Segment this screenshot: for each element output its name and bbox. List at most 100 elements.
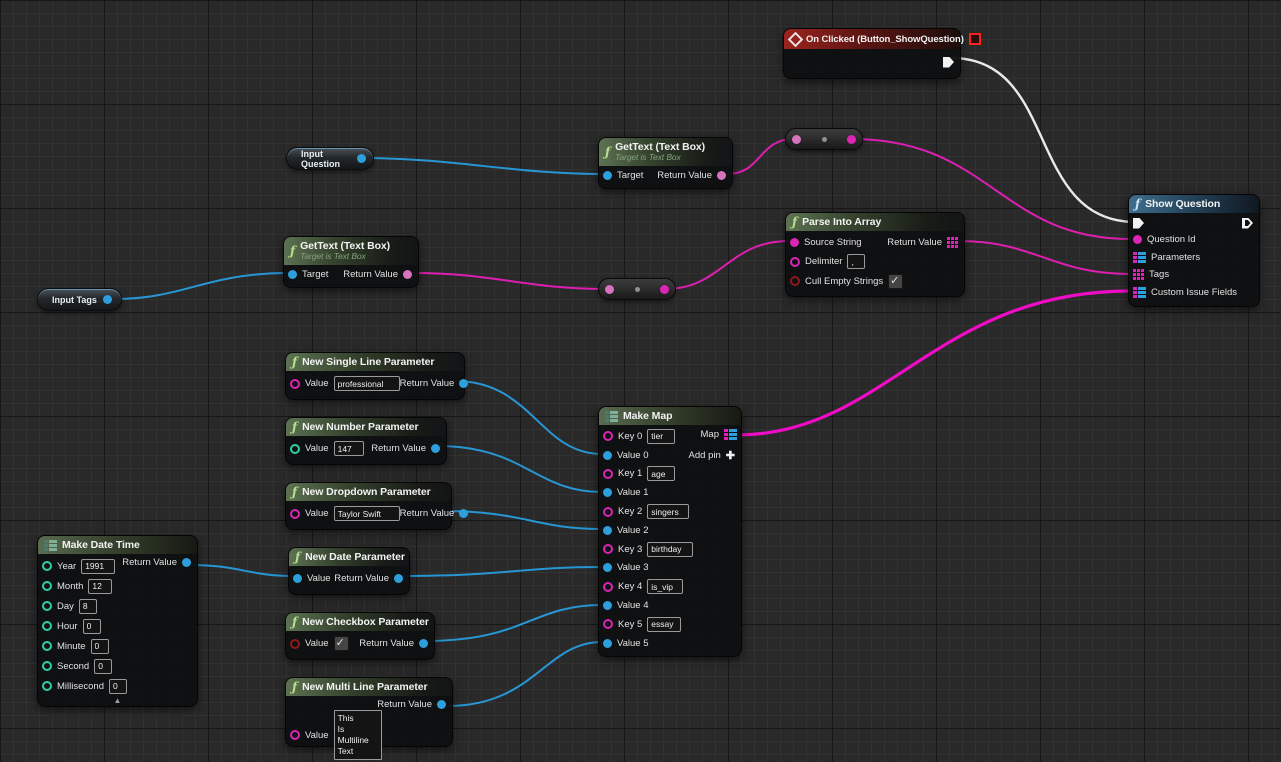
hour-pin[interactable]: [42, 621, 52, 631]
node-header[interactable]: ƒ New Number Parameter: [286, 418, 446, 436]
value-pin[interactable]: [290, 639, 300, 649]
value-0-pin[interactable]: [603, 451, 612, 460]
node-header[interactable]: Make Date Time: [38, 536, 197, 554]
key-3-input[interactable]: [647, 542, 693, 557]
return-value-pin[interactable]: [431, 444, 440, 453]
value-3-pin[interactable]: [603, 563, 612, 572]
node-header[interactable]: ƒ GetText (Text Box) Target is Text Box: [599, 138, 732, 166]
node-new-dropdown-parameter[interactable]: ƒ New Dropdown Parameter Value Return Va…: [285, 482, 452, 530]
node-new-multi-line-parameter[interactable]: ƒ New Multi Line Parameter Value This Is…: [285, 677, 453, 747]
wire-number-value1[interactable]: [437, 446, 602, 492]
node-gettext-tags[interactable]: ƒ GetText (Text Box) Target is Text Box …: [283, 236, 419, 288]
year-input[interactable]: [81, 559, 115, 574]
key-2-input[interactable]: [647, 504, 689, 519]
reroute-node-question[interactable]: [785, 128, 863, 150]
add-pin-icon[interactable]: ✚: [726, 449, 735, 462]
value-2-pin[interactable]: [603, 526, 612, 535]
value-pin[interactable]: [290, 509, 300, 519]
value-4-pin[interactable]: [603, 601, 612, 610]
wire-inputquestion-gettext-target[interactable]: [361, 158, 604, 174]
node-header[interactable]: ƒ New Date Parameter: [289, 548, 409, 566]
value-multiline-input[interactable]: This Is Multiline Text: [334, 710, 382, 760]
delimiter-pin[interactable]: [790, 257, 800, 267]
key-1-pin[interactable]: [603, 469, 613, 479]
custom-issue-fields-map-pin-icon[interactable]: [1133, 287, 1146, 298]
month-pin[interactable]: [42, 581, 52, 591]
node-header[interactable]: ƒ New Dropdown Parameter: [286, 483, 451, 501]
delegate-pin-icon[interactable]: [969, 33, 981, 45]
return-value-pin[interactable]: [403, 270, 412, 279]
return-value-pin[interactable]: [394, 574, 403, 583]
cull-empty-strings-checkbox[interactable]: [888, 274, 903, 289]
minute-pin[interactable]: [42, 641, 52, 651]
map-output-pin-icon[interactable]: [724, 429, 737, 440]
reroute-node-tags[interactable]: [598, 278, 676, 300]
value-input[interactable]: [334, 441, 364, 456]
key-1-input[interactable]: [647, 466, 675, 481]
question-id-pin[interactable]: [1133, 235, 1142, 244]
value-5-pin[interactable]: [603, 639, 612, 648]
exec-out-pin[interactable]: [943, 57, 954, 68]
reroute-input-pin[interactable]: [605, 285, 614, 294]
return-value-pin[interactable]: [717, 171, 726, 180]
year-pin[interactable]: [42, 561, 52, 571]
node-new-single-line-parameter[interactable]: ƒ New Single Line Parameter Value Return…: [285, 352, 465, 400]
return-value-pin[interactable]: [419, 639, 428, 648]
day-pin[interactable]: [42, 601, 52, 611]
node-header[interactable]: ƒ GetText (Text Box) Target is Text Box: [284, 237, 418, 265]
minute-input[interactable]: [91, 639, 109, 654]
wire-parsereturn-tags[interactable]: [959, 241, 1130, 274]
parameters-map-pin-icon[interactable]: [1133, 252, 1146, 263]
wire-reroute2-sourcestring[interactable]: [665, 241, 789, 289]
node-header[interactable]: ƒ Parse Into Array: [786, 213, 964, 231]
reroute-output-pin[interactable]: [847, 135, 856, 144]
node-header[interactable]: ƒ New Checkbox Parameter: [286, 613, 434, 631]
node-make-date-time[interactable]: Make Date Time Year Month Day Hour Minut…: [37, 535, 198, 707]
month-input[interactable]: [88, 579, 112, 594]
exec-in-pin[interactable]: [1133, 218, 1144, 229]
node-header[interactable]: Make Map: [599, 407, 741, 425]
node-gettext-question[interactable]: ƒ GetText (Text Box) Target is Text Box …: [598, 137, 733, 189]
key-0-pin[interactable]: [603, 431, 613, 441]
wire-multiline-value5[interactable]: [447, 642, 602, 706]
wire-gettext-return-reroute1[interactable]: [727, 139, 794, 174]
key-5-pin[interactable]: [603, 619, 613, 629]
variable-input-tags[interactable]: Input Tags: [37, 288, 122, 311]
node-header[interactable]: ƒ New Multi Line Parameter: [286, 678, 452, 696]
wire-makemap-customissuefields[interactable]: [737, 291, 1130, 435]
value-input[interactable]: [334, 506, 400, 521]
return-value-pin[interactable]: [437, 700, 446, 709]
reroute-input-pin[interactable]: [792, 135, 801, 144]
variable-input-question[interactable]: Input Question: [286, 147, 374, 170]
blueprint-graph-canvas[interactable]: On Clicked (Button_ShowQuestion) ƒ GetTe…: [0, 0, 1281, 762]
node-on-clicked[interactable]: On Clicked (Button_ShowQuestion): [783, 28, 961, 79]
millisecond-input[interactable]: [109, 679, 127, 694]
target-pin[interactable]: [288, 270, 297, 279]
reroute-output-pin[interactable]: [660, 285, 669, 294]
wire-checkbox-value4[interactable]: [425, 605, 602, 641]
node-header[interactable]: ƒ New Single Line Parameter: [286, 353, 464, 371]
return-value-pin[interactable]: [459, 379, 468, 388]
value-checkbox[interactable]: [334, 636, 349, 651]
key-4-input[interactable]: [647, 579, 683, 594]
source-string-pin[interactable]: [790, 238, 799, 247]
delimiter-input[interactable]: [847, 254, 865, 269]
wire-singleline-value0[interactable]: [455, 381, 602, 454]
node-make-map[interactable]: Make Map Key 0 Value 0 Key 1 Value 1 Key…: [598, 406, 742, 657]
wire-makedatetime-newdate-value[interactable]: [190, 565, 294, 576]
hour-input[interactable]: [83, 619, 101, 634]
value-input[interactable]: [334, 376, 400, 391]
return-value-pin[interactable]: [182, 558, 191, 567]
node-header[interactable]: On Clicked (Button_ShowQuestion): [784, 29, 960, 49]
millisecond-pin[interactable]: [42, 681, 52, 691]
key-4-pin[interactable]: [603, 582, 613, 592]
key-2-pin[interactable]: [603, 507, 613, 517]
tags-array-pin-icon[interactable]: [1133, 269, 1144, 280]
wire-date-value3[interactable]: [400, 567, 602, 576]
wire-exec-onclicked-showquestion[interactable]: [951, 58, 1136, 222]
exec-out-pin[interactable]: [1242, 218, 1253, 229]
key-3-pin[interactable]: [603, 544, 613, 554]
node-new-number-parameter[interactable]: ƒ New Number Parameter Value Return Valu…: [285, 417, 447, 465]
cull-empty-strings-pin[interactable]: [790, 276, 800, 286]
target-pin[interactable]: [603, 171, 612, 180]
